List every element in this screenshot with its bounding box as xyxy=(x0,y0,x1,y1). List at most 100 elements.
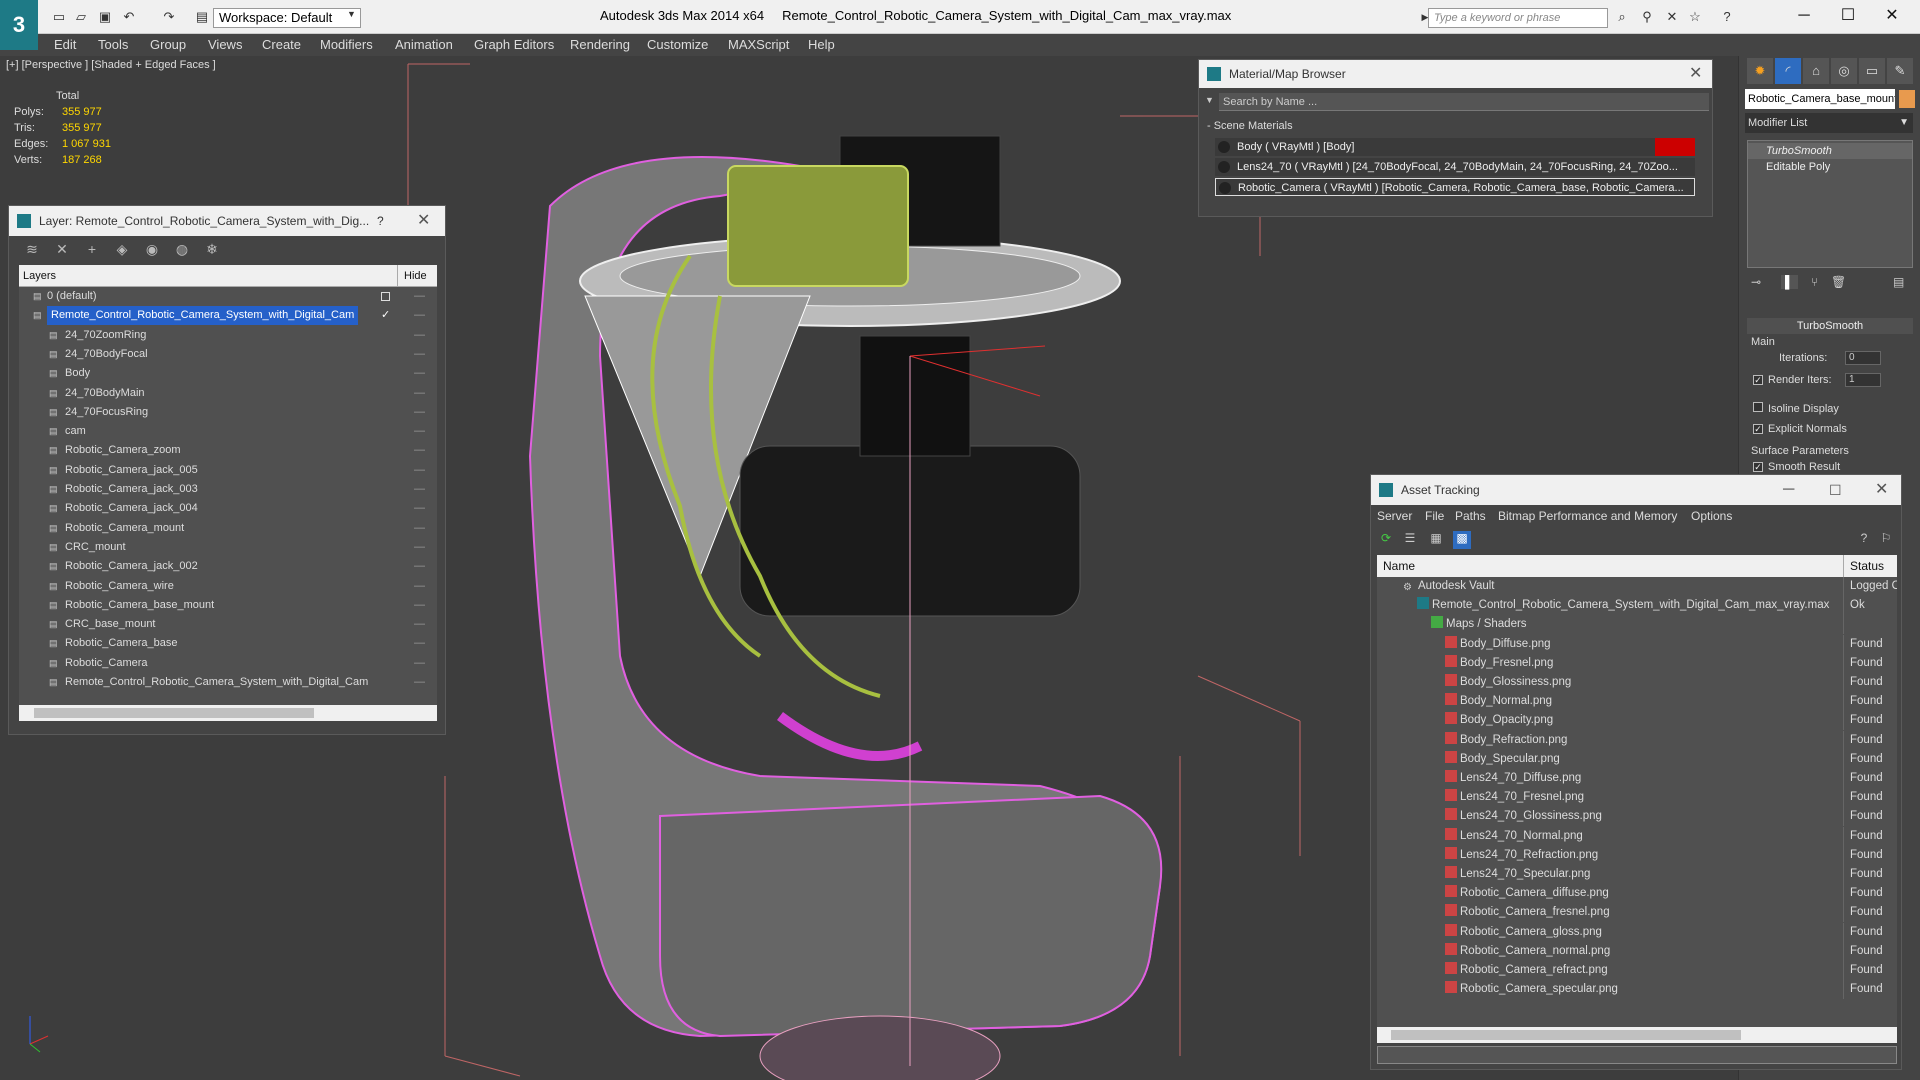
material-row[interactable]: Robotic_Camera ( VRayMtl ) [Robotic_Came… xyxy=(1215,178,1695,196)
help-icon[interactable]: ? xyxy=(1855,531,1873,549)
hide-toggle[interactable]: — xyxy=(414,422,425,441)
close-icon[interactable]: ✕ xyxy=(1875,475,1888,505)
asset-row[interactable]: ⚙ Autodesk Vault Logged Out xyxy=(1377,577,1897,596)
layer-row[interactable]: ▤ Remote_Control_Robotic_Camera_System_wi… xyxy=(19,673,437,692)
hierarchy-tab-icon[interactable]: ⌂ xyxy=(1803,58,1829,84)
menu-modifiers[interactable]: Modifiers xyxy=(320,37,373,52)
scrollbar-thumb[interactable] xyxy=(1391,1030,1741,1040)
layer-row[interactable]: ▤ 24_70ZoomRing — xyxy=(19,326,437,345)
asset-row[interactable]: Lens24_70_Normal.png Found xyxy=(1377,826,1897,846)
asset-row[interactable]: Lens24_70_Refraction.png Found xyxy=(1377,845,1897,865)
configure-sets-icon[interactable]: ▤ xyxy=(1893,275,1904,289)
hide-toggle[interactable]: — xyxy=(414,519,425,538)
asset-row[interactable]: Robotic_Camera_gloss.png Found xyxy=(1377,922,1897,942)
layers-column-header[interactable]: Layers xyxy=(23,270,56,282)
hide-toggle[interactable]: — xyxy=(414,345,425,364)
menu-edit[interactable]: Edit xyxy=(54,37,76,52)
chevron-down-icon[interactable]: ▼ xyxy=(347,9,356,19)
save-icon[interactable]: ▣ xyxy=(96,8,114,26)
menu-help[interactable]: Help xyxy=(808,37,835,52)
hide-toggle[interactable]: — xyxy=(414,287,425,306)
layer-row[interactable]: ▤ Robotic_Camera_jack_005 — xyxy=(19,461,437,480)
layer-row[interactable]: ▤ Robotic_Camera_base_mount — xyxy=(19,596,437,615)
close-icon[interactable]: ✕ xyxy=(1689,60,1702,88)
modifier-list-dropdown[interactable]: Modifier List ▼ xyxy=(1745,113,1913,133)
scrollbar-thumb[interactable] xyxy=(34,708,314,718)
menu-rendering[interactable]: Rendering xyxy=(570,37,630,52)
asset-row[interactable]: Robotic_Camera_fresnel.png Found xyxy=(1377,903,1897,923)
hide-toggle[interactable]: — xyxy=(414,461,425,480)
asset-row[interactable]: Body_Diffuse.png Found xyxy=(1377,634,1897,654)
explicit-normals-checkbox[interactable]: ✓ xyxy=(1753,424,1763,434)
menu-file[interactable]: File xyxy=(1425,509,1444,523)
layer-row[interactable]: ▤ 24_70FocusRing — xyxy=(19,403,437,422)
minimize-icon[interactable]: ─ xyxy=(1783,475,1794,505)
select-objects-icon[interactable]: ◈ xyxy=(113,241,131,259)
asset-row[interactable]: Robotic_Camera_specular.png Found xyxy=(1377,980,1897,1000)
app-logo[interactable]: 3 xyxy=(0,0,38,50)
help-icon[interactable]: ? xyxy=(1718,8,1736,26)
name-column-header[interactable]: Name xyxy=(1377,559,1415,573)
asset-row[interactable]: Body_Opacity.png Found xyxy=(1377,711,1897,731)
viewport-label[interactable]: [+] [Perspective ] [Shaded + Edged Faces… xyxy=(6,59,216,71)
hide-toggle[interactable]: — xyxy=(414,577,425,596)
layer-list[interactable]: Layers Hide ▤ 0 (default) — ▤ Remote_Control… xyxy=(19,265,437,705)
status-column-header[interactable]: Status xyxy=(1843,555,1884,577)
new-file-icon[interactable]: ▭ xyxy=(50,8,68,26)
layer-row[interactable]: ▤ Robotic_Camera_base — xyxy=(19,634,437,653)
open-file-icon[interactable]: ▱ xyxy=(72,8,90,26)
menu-customize[interactable]: Customize xyxy=(647,37,708,52)
layer-row[interactable]: ▤ Body — xyxy=(19,364,437,383)
hide-toggle[interactable]: — xyxy=(414,403,425,422)
close-button[interactable]: ✕ xyxy=(1872,4,1912,28)
subscription-icon[interactable]: ⚲ xyxy=(1638,8,1656,26)
object-color-swatch[interactable] xyxy=(1899,90,1915,108)
hide-toggle[interactable]: — xyxy=(414,441,425,460)
add-to-layer-icon[interactable]: + xyxy=(83,241,101,259)
asset-row[interactable]: Body_Normal.png Found xyxy=(1377,692,1897,712)
options-dropdown-icon[interactable]: ▼ xyxy=(1205,95,1214,105)
scene-materials-group[interactable]: - Scene Materials xyxy=(1207,120,1293,132)
create-tab-icon[interactable]: ✹ xyxy=(1747,58,1773,84)
hide-toggle[interactable]: — xyxy=(414,306,425,325)
material-search-input[interactable]: Search by Name ... xyxy=(1219,93,1709,111)
horizontal-scrollbar[interactable] xyxy=(19,705,437,721)
refresh-icon[interactable]: ⟳ xyxy=(1377,531,1395,549)
favorites-star-icon[interactable]: ☆ xyxy=(1686,8,1704,26)
layer-row[interactable]: ▤ 24_70BodyMain — xyxy=(19,384,437,403)
hide-toggle[interactable]: — xyxy=(414,596,425,615)
isoline-checkbox[interactable] xyxy=(1753,402,1763,412)
close-icon[interactable]: ✕ xyxy=(417,206,430,236)
turbosmooth-rollout[interactable]: TurboSmooth xyxy=(1747,318,1913,334)
workspace-dropdown[interactable]: Workspace: Default xyxy=(213,8,361,28)
asset-tracking-titlebar[interactable]: Asset Tracking ─ ☐ ✕ xyxy=(1371,475,1901,505)
iterations-spinner[interactable]: 0 xyxy=(1845,351,1881,365)
asset-row[interactable]: Robotic_Camera_refract.png Found xyxy=(1377,961,1897,980)
make-unique-icon[interactable]: ⑂ xyxy=(1811,275,1818,289)
hide-toggle[interactable]: — xyxy=(414,634,425,653)
asset-row[interactable]: Maps / Shaders xyxy=(1377,615,1897,635)
layer-row[interactable]: ▤ 24_70BodyFocal — xyxy=(19,345,437,364)
asset-row[interactable]: Robotic_Camera_normal.png Found xyxy=(1377,941,1897,961)
menu-animation[interactable]: Animation xyxy=(395,37,453,52)
hide-toggle[interactable]: — xyxy=(414,538,425,557)
highlight-layer-icon[interactable]: ◉ xyxy=(143,241,161,259)
menu-bitmap-performance[interactable]: Bitmap Performance and Memory xyxy=(1498,509,1677,523)
maximize-icon[interactable]: ☐ xyxy=(1829,475,1842,505)
asset-row[interactable]: Remote_Control_Robotic_Camera_System_wit… xyxy=(1377,596,1897,616)
menu-graph-editors[interactable]: Graph Editors xyxy=(474,37,554,52)
asset-row[interactable]: Body_Refraction.png Found xyxy=(1377,730,1897,750)
menu-options[interactable]: Options xyxy=(1691,509,1732,523)
hide-toggle[interactable]: — xyxy=(414,384,425,403)
display-tab-icon[interactable]: ▭ xyxy=(1859,58,1885,84)
menu-group[interactable]: Group xyxy=(150,37,186,52)
hide-toggle[interactable]: — xyxy=(414,673,425,692)
layer-row[interactable]: ▤ Robotic_Camera_jack_004 — xyxy=(19,499,437,518)
asset-row[interactable]: Lens24_70_Diffuse.png Found xyxy=(1377,769,1897,788)
hide-column-header[interactable]: Hide xyxy=(397,265,427,287)
undo-icon[interactable]: ↶ xyxy=(120,8,138,26)
create-layer-icon[interactable]: ≋ xyxy=(23,241,41,259)
layer-window-titlebar[interactable]: Layer: Remote_Control_Robotic_Camera_Sys… xyxy=(9,206,445,236)
help-button[interactable]: ? xyxy=(377,206,384,236)
remove-modifier-icon[interactable]: 🗑 xyxy=(1831,275,1846,289)
